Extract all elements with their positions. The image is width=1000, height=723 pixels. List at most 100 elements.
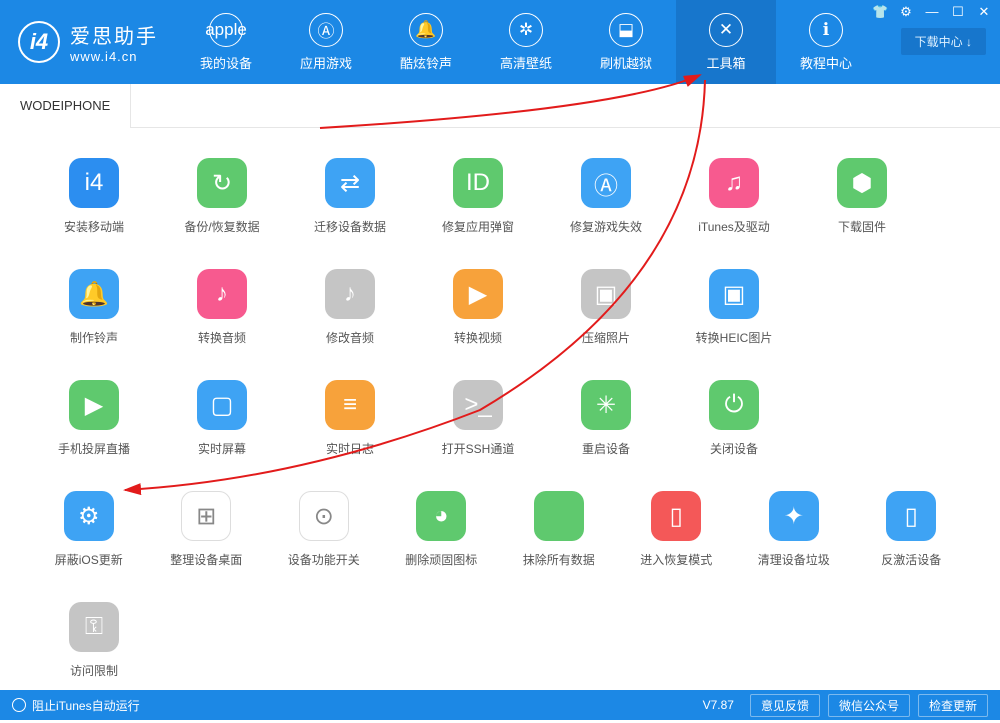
- nav-label: 工具箱: [706, 53, 745, 72]
- tool-icon: ⬢: [837, 158, 887, 208]
- tool-label: 转换HEIC图片: [696, 329, 773, 346]
- tool-item[interactable]: Ⓐ修复游戏失效: [542, 158, 670, 235]
- nav-box[interactable]: ⬓刷机越狱: [576, 0, 676, 84]
- nav-label: 酷炫铃声: [400, 53, 452, 72]
- tool-icon: ◕: [416, 491, 466, 541]
- tool-item[interactable]: ▯反激活设备: [853, 491, 971, 568]
- tool-icon: ID: [453, 158, 503, 208]
- logo-icon: i4: [18, 21, 60, 63]
- tool-label: 制作铃声: [70, 329, 118, 346]
- tool-label: iTunes及驱动: [698, 218, 770, 235]
- tool-icon: >_: [453, 380, 503, 430]
- tool-label: 关闭设备: [710, 440, 758, 457]
- download-center-button[interactable]: 下载中心 ↓: [901, 28, 986, 55]
- nav-flower[interactable]: ✲高清壁纸: [476, 0, 576, 84]
- tool-item[interactable]: ⊙设备功能开关: [265, 491, 383, 568]
- tool-item[interactable]: ▣转换HEIC图片: [670, 269, 798, 346]
- tool-item[interactable]: ▢实时屏幕: [158, 380, 286, 457]
- tool-label: 实时日志: [326, 440, 374, 457]
- tool-icon: ≡: [325, 380, 375, 430]
- tool-icon: ✳: [581, 380, 631, 430]
- tool-icon: ▯: [651, 491, 701, 541]
- device-tab-bar: WODEIPHONE: [0, 84, 1000, 128]
- tools-grid: i4安装移动端 ↻ 备份/恢复数据 ⇄迁移设备数据 ID 修复应用弹窗 Ⓐ修复游戏失效♫iT…: [0, 128, 1000, 723]
- tool-item[interactable]: ⚿访问限制: [30, 602, 158, 679]
- tool-icon: ✦: [769, 491, 819, 541]
- tool-item[interactable]: ▣压缩照片: [542, 269, 670, 346]
- nav-label: 我的设备: [200, 53, 252, 72]
- footer-status-text[interactable]: 阻止iTunes自动运行: [32, 697, 140, 714]
- status-icon: [12, 698, 26, 712]
- maximize-icon[interactable]: ☐: [950, 4, 966, 20]
- tool-label: 删除顽固图标: [405, 551, 477, 568]
- tool-item[interactable]: ♪ 转换音频: [158, 269, 286, 346]
- close-icon[interactable]: ✕: [976, 4, 992, 20]
- settings-icon[interactable]: ⚙: [898, 4, 914, 20]
- tool-icon: [534, 491, 584, 541]
- tool-item[interactable]: ≡ 实时日志: [286, 380, 414, 457]
- footer: 阻止iTunes自动运行 V7.87 意见反馈 微信公众号 检查更新: [0, 690, 1000, 720]
- tool-icon: ▢: [197, 380, 247, 430]
- tool-item[interactable]: ▶转换视频: [414, 269, 542, 346]
- tool-icon: 🔔: [69, 269, 119, 319]
- tool-item[interactable]: ⇄迁移设备数据: [286, 158, 414, 235]
- tool-item[interactable]: i4安装移动端: [30, 158, 158, 235]
- tool-row: ⚙ 屏蔽iOS更新 ⊞ 整理设备桌面 ⊙设备功能开关 ◕ 删除顽固图标 抹除所有数据 ▯进入恢复…: [30, 491, 970, 568]
- wechat-button[interactable]: 微信公众号: [828, 694, 910, 717]
- tool-item[interactable]: ↻ 备份/恢复数据: [158, 158, 286, 235]
- tool-item[interactable]: ✦ 清理设备垃圾: [735, 491, 853, 568]
- tool-label: 反激活设备: [881, 551, 941, 568]
- tshirt-icon[interactable]: 👕: [872, 4, 888, 20]
- tools-icon: ✕: [709, 13, 743, 47]
- tool-label: 访问限制: [70, 662, 118, 679]
- nav-apple[interactable]: apple我的设备: [176, 0, 276, 84]
- update-button[interactable]: 检查更新: [918, 694, 988, 717]
- tool-item[interactable]: ⬢下载固件: [798, 158, 926, 235]
- tool-item[interactable]: ▯进入恢复模式: [618, 491, 736, 568]
- tool-icon: ♪: [197, 269, 247, 319]
- tool-icon: ↻: [197, 158, 247, 208]
- tool-item[interactable]: ◕ 删除顽固图标: [383, 491, 501, 568]
- tool-item[interactable]: >_打开SSH通道: [414, 380, 542, 457]
- tool-item[interactable]: ID 修复应用弹窗: [414, 158, 542, 235]
- nav-bell[interactable]: 🔔酷炫铃声: [376, 0, 476, 84]
- app-url: www.i4.cn: [70, 49, 158, 64]
- tool-label: 迁移设备数据: [314, 218, 386, 235]
- tool-item[interactable]: ♫iTunes及驱动: [670, 158, 798, 235]
- tool-icon: ⊞: [181, 491, 231, 541]
- device-tab[interactable]: WODEIPHONE: [0, 84, 131, 128]
- tool-label: 屏蔽iOS更新: [55, 551, 123, 568]
- tool-item[interactable]: ▶手机投屏直播: [30, 380, 158, 457]
- tool-label: 转换音频: [198, 329, 246, 346]
- tool-item[interactable]: ♪修改音频: [286, 269, 414, 346]
- tool-item[interactable]: 🔔 制作铃声: [30, 269, 158, 346]
- tool-label: 整理设备桌面: [170, 551, 242, 568]
- tool-item[interactable]: ⏻关闭设备: [670, 380, 798, 457]
- nav-label: 高清壁纸: [500, 53, 552, 72]
- tool-icon: ▶: [69, 380, 119, 430]
- tool-icon: ⊙: [299, 491, 349, 541]
- tool-icon: i4: [69, 158, 119, 208]
- nav-tools[interactable]: ✕ 工具箱: [676, 0, 776, 84]
- tool-item[interactable]: ⚙ 屏蔽iOS更新: [30, 491, 148, 568]
- nav-A[interactable]: Ⓐ应用游戏: [276, 0, 376, 84]
- tool-icon: ♪: [325, 269, 375, 319]
- nav-label: 刷机越狱: [600, 53, 652, 72]
- feedback-button[interactable]: 意见反馈: [750, 694, 820, 717]
- tool-label: 抹除所有数据: [523, 551, 595, 568]
- nav-i[interactable]: ℹ教程中心: [776, 0, 876, 84]
- tool-icon: ⚙: [64, 491, 114, 541]
- tool-label: 清理设备垃圾: [758, 551, 830, 568]
- tool-icon: ▶: [453, 269, 503, 319]
- tool-item[interactable]: ✳重启设备: [542, 380, 670, 457]
- tool-icon: Ⓐ: [581, 158, 631, 208]
- tool-item[interactable]: 抹除所有数据: [500, 491, 618, 568]
- minimize-icon[interactable]: —: [924, 4, 940, 20]
- tool-label: 修复应用弹窗: [442, 218, 514, 235]
- tool-item[interactable]: ⊞ 整理设备桌面: [148, 491, 266, 568]
- tool-label: 压缩照片: [582, 329, 630, 346]
- tool-row: ▶手机投屏直播▢实时屏幕 ≡ 实时日志 >_打开SSH通道✳重启设备⏻关闭设备: [30, 380, 970, 457]
- tool-label: 备份/恢复数据: [184, 218, 259, 235]
- logo-area: i4 爱思助手 www.i4.cn: [0, 20, 176, 64]
- nav-label: 应用游戏: [300, 53, 352, 72]
